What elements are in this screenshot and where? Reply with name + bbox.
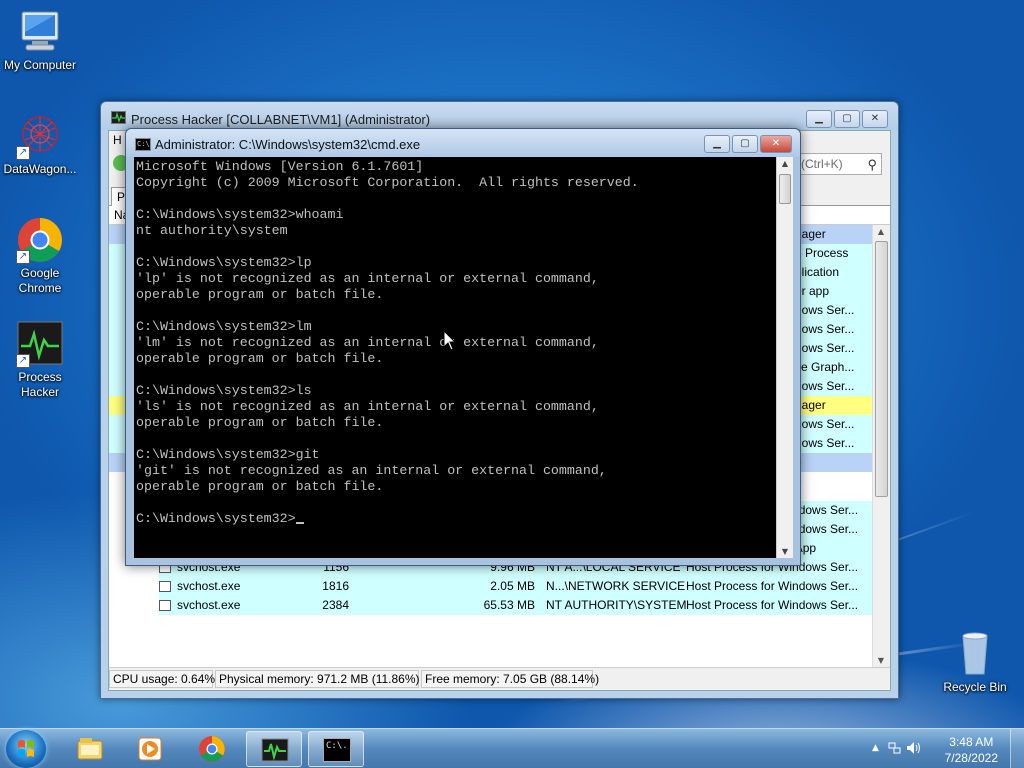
cell-description: dows Ser... bbox=[795, 436, 855, 450]
window-title: Administrator: C:\Windows\system32\cmd.e… bbox=[155, 137, 421, 152]
scrollbar-thumb[interactable] bbox=[875, 241, 888, 497]
start-button[interactable] bbox=[6, 730, 46, 768]
process-hacker-icon bbox=[261, 736, 289, 764]
cell-description: dows Ser... bbox=[795, 417, 855, 431]
status-free-memory: Free memory: 7.05 GB (88.14%) bbox=[421, 670, 599, 688]
close-button[interactable]: ✕ bbox=[862, 110, 888, 128]
cmd-icon: C:\. bbox=[135, 138, 154, 151]
cmd-icon: C:\. bbox=[323, 738, 351, 762]
media-player-icon bbox=[136, 735, 164, 763]
volume-icon[interactable] bbox=[906, 741, 922, 758]
minimize-button[interactable]: ▁ bbox=[806, 110, 832, 128]
mouse-cursor-icon bbox=[443, 329, 457, 352]
scroll-down-icon[interactable]: ▼ bbox=[873, 656, 889, 665]
cell-description: dows Ser... bbox=[795, 303, 855, 317]
cell-description: dows Ser... bbox=[795, 341, 855, 355]
process-hacker-titlebar[interactable]: Process Hacker [COLLABNET\VM1] (Administ… bbox=[101, 102, 898, 130]
window-title: Process Hacker [COLLABNET\VM1] (Administ… bbox=[131, 112, 431, 127]
shortcut-arrow-icon: ↗ bbox=[16, 354, 30, 368]
system-tray: ▲ 3:48 AM 7/28/2022 bbox=[864, 729, 1024, 768]
clock[interactable]: 3:48 AM 7/28/2022 bbox=[945, 734, 998, 766]
console-output[interactable]: Microsoft Windows [Version 6.1.7601] Cop… bbox=[134, 157, 776, 558]
scroll-up-icon[interactable]: ▲ bbox=[777, 159, 793, 168]
maximize-button[interactable]: ▢ bbox=[834, 110, 860, 128]
desktop-icon-recycle-bin[interactable]: Recycle Bin bbox=[935, 630, 1015, 695]
cell-description: e Process bbox=[795, 246, 849, 260]
cell-user: N...\NETWORK SERVICE bbox=[546, 579, 686, 593]
desktop-icon-process-hacker[interactable]: ↗ Process Hacker bbox=[0, 320, 80, 400]
status-bar: CPU usage: 0.64% Physical memory: 971.2 … bbox=[109, 667, 890, 690]
scroll-up-icon[interactable]: ▲ bbox=[873, 227, 889, 236]
cell-description: dows Ser... bbox=[795, 322, 855, 336]
menu-bar-fragment[interactable]: H bbox=[113, 133, 122, 147]
process-hacker-icon bbox=[111, 111, 126, 124]
shortcut-arrow-icon: ↗ bbox=[16, 146, 30, 160]
taskbar-cmd[interactable]: C:\. bbox=[308, 731, 364, 767]
table-row[interactable]: svchost.exe 1816 2.05 MB N...\NETWORK SERVI… bbox=[159, 577, 872, 596]
desktop-icon-chrome[interactable]: ↗ Google Chrome bbox=[0, 216, 80, 296]
cmd-titlebar[interactable]: C:\. Administrator: C:\Windows\system32\… bbox=[126, 129, 800, 157]
search-icon: ⚲ bbox=[867, 157, 877, 172]
chrome-icon: ↗ bbox=[16, 216, 64, 264]
minimize-button[interactable]: ▁ bbox=[704, 135, 730, 153]
desktop-icon-label: Google Chrome bbox=[18, 266, 62, 295]
console-text: Microsoft Windows [Version 6.1.7601] Cop… bbox=[136, 159, 639, 526]
process-hacker-icon: ↗ bbox=[16, 320, 64, 368]
maximize-button[interactable]: ▢ bbox=[732, 135, 758, 153]
datawagon-icon: ↗ bbox=[16, 112, 64, 160]
cmd-window[interactable]: C:\. Administrator: C:\Windows\system32\… bbox=[125, 128, 801, 566]
cell-memory: 65.53 MB bbox=[483, 598, 535, 612]
status-physical-memory: Physical memory: 971.2 MB (11.86%) bbox=[215, 670, 420, 688]
taskbar: C:\. ▲ 3:48 AM 7/28/2022 bbox=[0, 728, 1024, 768]
recycle-bin-icon bbox=[951, 630, 999, 678]
desktop-icon-my-computer[interactable]: My Computer bbox=[0, 8, 80, 73]
desktop-icon-label: My Computer bbox=[3, 58, 77, 72]
text-cursor bbox=[295, 522, 304, 524]
cell-description: plication bbox=[795, 265, 840, 279]
cell-description: Host Process for Windows Ser... bbox=[686, 598, 859, 612]
cell-user: NT AUTHORITY\SYSTEM bbox=[546, 598, 687, 612]
clock-date: 7/28/2022 bbox=[944, 751, 998, 765]
clock-time: 3:48 AM bbox=[949, 735, 994, 749]
windows-logo-icon bbox=[18, 740, 34, 757]
show-desktop-button[interactable] bbox=[1010, 729, 1024, 768]
taskbar-explorer[interactable] bbox=[62, 731, 118, 767]
scroll-down-icon[interactable]: ▼ bbox=[777, 547, 793, 556]
cell-memory: 2.05 MB bbox=[490, 579, 535, 593]
desktop-icon-datawagon[interactable]: ↗ DataWagon... bbox=[0, 112, 80, 177]
chrome-icon bbox=[198, 735, 226, 763]
caption-buttons: ▁ ▢ ✕ bbox=[704, 135, 792, 153]
vertical-scrollbar[interactable]: ▲ ▼ bbox=[776, 157, 793, 558]
cell-description: Host Process for Windows Ser... bbox=[686, 579, 859, 593]
taskbar-media-player[interactable] bbox=[122, 731, 178, 767]
network-icon[interactable] bbox=[888, 741, 902, 758]
shortcut-arrow-icon: ↗ bbox=[16, 250, 30, 264]
cell-description: dows Ser... bbox=[795, 379, 855, 393]
cell-description: ce Graph... bbox=[795, 360, 855, 374]
caption-buttons: ▁ ▢ ✕ bbox=[806, 110, 888, 128]
desktop-icon-label: DataWagon... bbox=[3, 162, 77, 176]
explorer-icon bbox=[76, 735, 104, 763]
close-button[interactable]: ✕ bbox=[760, 135, 792, 153]
scrollbar-thumb[interactable] bbox=[779, 174, 791, 204]
desktop-icon-label: Recycle Bin bbox=[943, 680, 1007, 694]
taskbar-chrome[interactable] bbox=[184, 731, 240, 767]
vertical-scrollbar[interactable]: ▲ ▼ bbox=[872, 225, 890, 667]
taskbar-process-hacker[interactable] bbox=[246, 731, 302, 767]
desktop-icon-label: Process Hacker bbox=[18, 370, 62, 399]
computer-icon bbox=[16, 8, 64, 56]
show-hidden-icons-icon[interactable]: ▲ bbox=[872, 743, 879, 753]
table-row[interactable]: svchost.exe 2384 65.53 MB NT AUTHORITY\SYST… bbox=[159, 596, 872, 615]
status-cpu: CPU usage: 0.64% bbox=[109, 670, 215, 688]
